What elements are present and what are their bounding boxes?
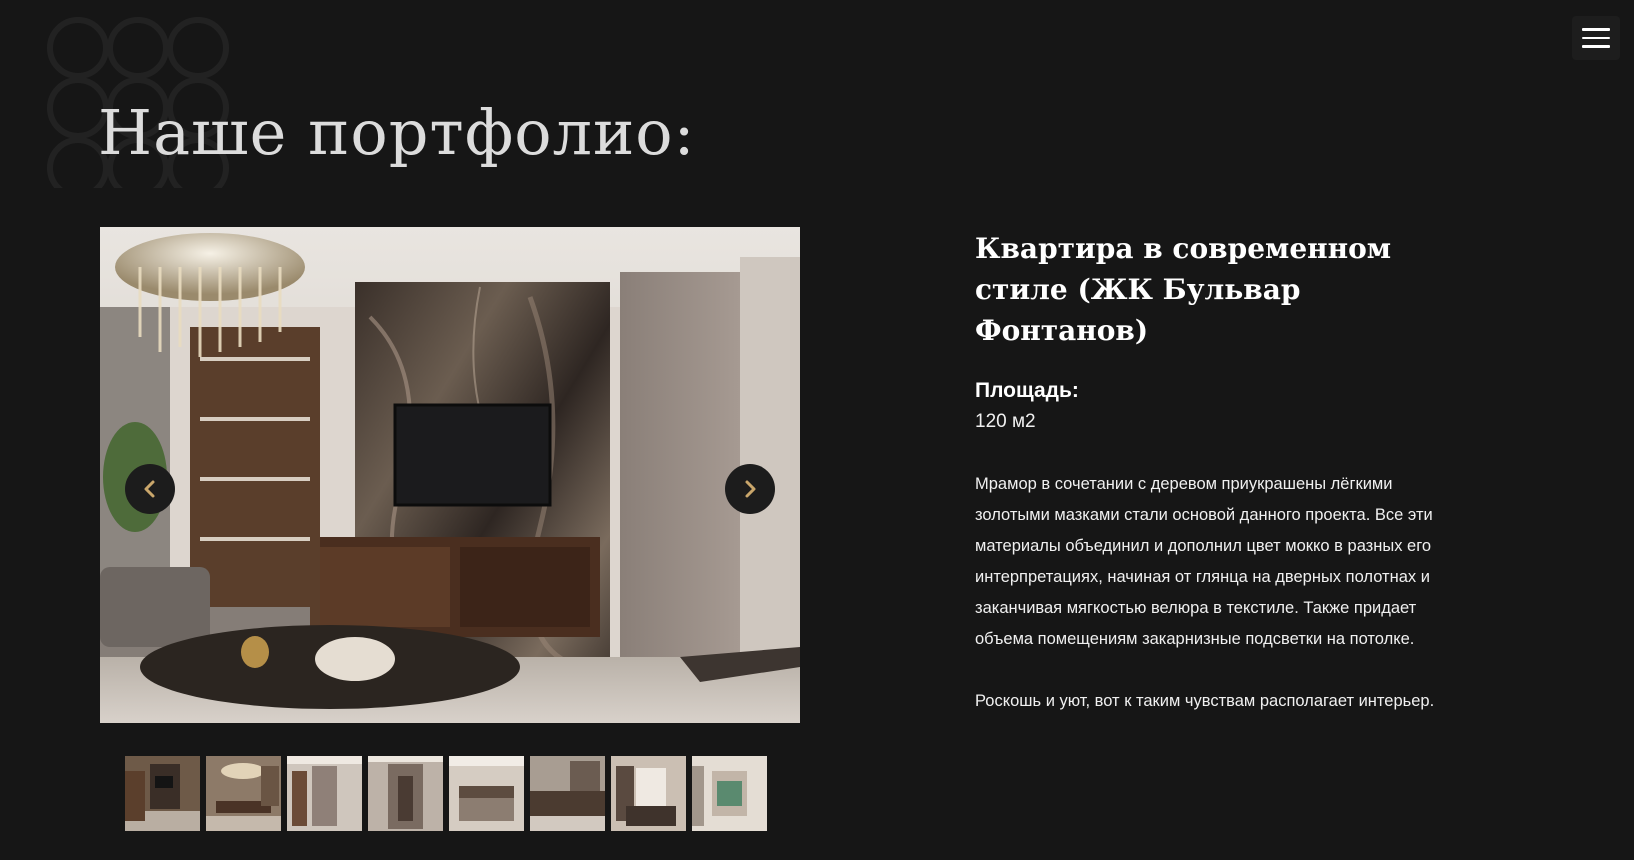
living-room-marble-wall-photo (100, 227, 800, 723)
bedroom-photo (449, 756, 524, 831)
slider-prev-button[interactable] (125, 464, 175, 514)
thumbnail-4[interactable] (368, 756, 443, 831)
portfolio-slider[interactable] (100, 227, 800, 723)
chevron-left-icon (144, 480, 155, 498)
area-label: Площадь: (975, 379, 1079, 402)
hallway-photo (287, 756, 362, 831)
thumbnail-7[interactable] (611, 756, 686, 831)
project-title: Квартира в современном стиле (ЖК Бульвар… (975, 232, 1392, 347)
thumbnail-6[interactable] (530, 756, 605, 831)
thumbnail-8[interactable] (692, 756, 767, 831)
page-title: Наше портфолио: (98, 96, 696, 169)
slider-next-button[interactable] (725, 464, 775, 514)
corridor-photo (368, 756, 443, 831)
project-info: Квартира в современном стиле (ЖК Бульвар… (975, 228, 1445, 717)
thumbnail-5[interactable] (449, 756, 524, 831)
description-paragraph-1: Мрамор в сочетании с деревом приукрашены… (975, 475, 1433, 648)
living-room-photo (125, 756, 200, 831)
kitchen-photo (530, 756, 605, 831)
hamburger-menu-icon[interactable] (1572, 16, 1620, 60)
thumbnail-strip (125, 756, 767, 831)
thumbnail-2[interactable] (206, 756, 281, 831)
thumbnail-3[interactable] (287, 756, 362, 831)
area-value: 120 м2 (975, 411, 1036, 432)
project-description: Мрамор в сочетании с деревом приукрашены… (975, 469, 1445, 717)
chevron-right-icon (745, 480, 756, 498)
thumbnail-1[interactable] (125, 756, 200, 831)
bathroom-photo (692, 756, 767, 831)
dining-room-photo (206, 756, 281, 831)
description-paragraph-2: Роскошь и уют, вот к таким чувствам расп… (975, 692, 1435, 710)
bedroom-window-photo (611, 756, 686, 831)
